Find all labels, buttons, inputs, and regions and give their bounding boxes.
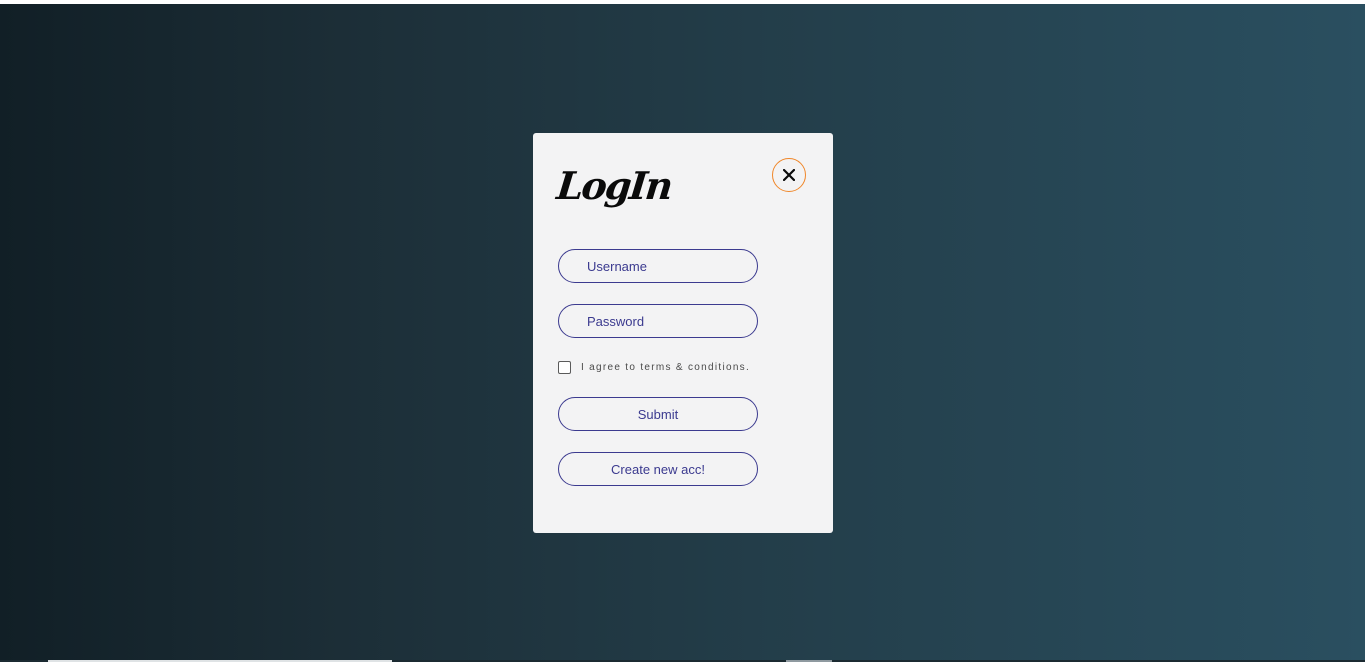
modal-title: LogIn [554,163,674,208]
terms-checkbox[interactable] [558,360,571,374]
close-x-icon [783,169,795,181]
username-input[interactable] [558,249,758,283]
terms-label: I agree to terms & conditions. [581,361,751,373]
login-modal: LogIn I agree to terms & conditions. Sub… [533,133,833,533]
terms-row: I agree to terms & conditions. [558,360,750,374]
submit-button[interactable]: Submit [558,397,758,431]
password-input[interactable] [558,304,758,338]
close-button[interactable] [772,158,806,192]
create-account-button[interactable]: Create new acc! [558,452,758,486]
